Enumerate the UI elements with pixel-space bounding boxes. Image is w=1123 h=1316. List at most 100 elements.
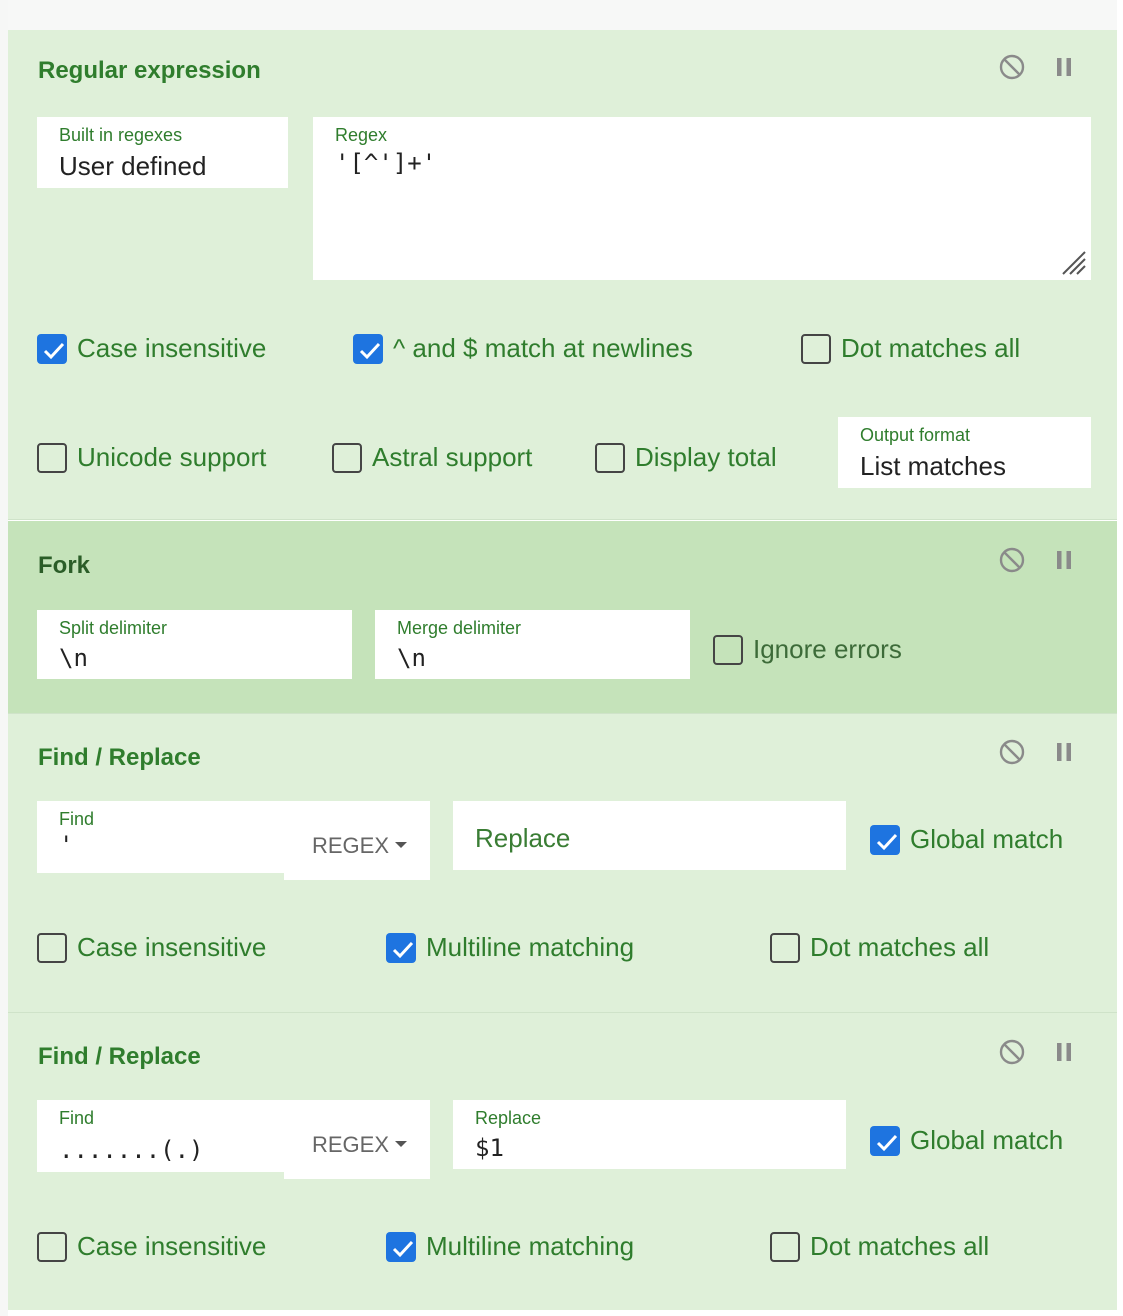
checkbox-checked-icon — [870, 1125, 900, 1156]
operation-controls — [999, 54, 1077, 80]
checkbox-dot-matches-all[interactable]: Dot matches all — [801, 333, 1020, 364]
pause-icon[interactable] — [1051, 739, 1077, 765]
regex-textarea[interactable]: Regex '[^']+' — [313, 117, 1091, 280]
field-value: ' — [59, 831, 74, 859]
field-value: \n — [397, 644, 426, 672]
builtin-regexes-select[interactable]: Built in regexes User defined — [37, 117, 288, 188]
field-label: Find — [59, 809, 95, 829]
find-input[interactable]: Find ' — [37, 801, 287, 873]
checkbox-global-match[interactable]: Global match — [870, 824, 1063, 855]
checkbox-unchecked-icon — [770, 932, 800, 963]
checkbox-ignore-errors[interactable]: Ignore errors — [713, 634, 902, 665]
find-type-dropdown[interactable]: REGEX — [284, 1100, 430, 1179]
operation-find-replace-2: Find / Replace Find .......(.) REGEX Rep… — [8, 1013, 1117, 1310]
recipe-top-strip — [8, 0, 1117, 31]
field-value: \n — [59, 644, 88, 672]
operation-regular-expression: Regular expression Built in regexes User… — [8, 30, 1117, 520]
checkbox-label: Multiline matching — [426, 1231, 635, 1261]
checkbox-display-total[interactable]: Display total — [595, 442, 777, 473]
field-value: '[^']+' — [335, 149, 437, 177]
replace-input[interactable]: Replace — [453, 801, 846, 870]
checkbox-unchecked-icon — [770, 1231, 800, 1262]
disable-icon[interactable] — [999, 547, 1025, 573]
checkbox-unchecked-icon — [801, 333, 831, 364]
checkbox-label: ^ and $ match at newlines — [393, 333, 693, 363]
checkbox-label: Unicode support — [77, 442, 267, 472]
checkbox-checked-icon — [870, 824, 900, 855]
split-delimiter-input[interactable]: Split delimiter \n — [37, 610, 352, 679]
merge-delimiter-input[interactable]: Merge delimiter \n — [375, 610, 690, 679]
disable-icon[interactable] — [999, 1039, 1025, 1065]
checkbox-case-insensitive[interactable]: Case insensitive — [37, 333, 266, 364]
operation-fork: Fork Split delimiter \n Merge delimiter … — [8, 521, 1117, 714]
checkbox-label: Multiline matching — [426, 932, 635, 962]
checkbox-unchecked-icon — [37, 932, 67, 963]
operation-controls — [999, 739, 1077, 765]
field-value: $1 — [475, 1134, 504, 1162]
field-label: Merge delimiter — [397, 618, 522, 638]
operation-divider — [8, 519, 1117, 520]
caret-down-icon — [395, 1141, 408, 1148]
operation-title: Find / Replace — [38, 744, 201, 771]
operation-controls — [999, 547, 1077, 573]
replace-placeholder: Replace — [475, 823, 571, 853]
operation-find-replace-1: Find / Replace Find ' REGEX Replace Glob… — [8, 714, 1117, 1013]
checkbox-checked-icon — [37, 333, 67, 364]
checkbox-label: Case insensitive — [77, 1231, 267, 1261]
field-label: Built in regexes — [59, 125, 183, 145]
checkbox-checked-icon — [353, 333, 383, 364]
checkbox-dot-matches-all[interactable]: Dot matches all — [770, 932, 989, 963]
field-value: User defined — [59, 151, 207, 181]
pause-icon[interactable] — [1051, 54, 1077, 80]
checkbox-unchecked-icon — [37, 442, 67, 473]
find-type-dropdown[interactable]: REGEX — [284, 801, 430, 880]
checkbox-label: Dot matches all — [810, 1231, 990, 1261]
checkbox-label: Case insensitive — [77, 932, 267, 962]
checkbox-unchecked-icon — [37, 1231, 67, 1262]
field-label: Split delimiter — [59, 618, 168, 638]
checkbox-multiline-anchors[interactable]: ^ and $ match at newlines — [353, 333, 693, 364]
checkbox-multiline-matching[interactable]: Multiline matching — [386, 932, 634, 963]
replace-input[interactable]: Replace $1 — [453, 1100, 846, 1169]
checkbox-label: Global match — [910, 824, 1064, 854]
field-label: Find — [59, 1108, 95, 1128]
checkbox-unchecked-icon — [332, 442, 362, 473]
checkbox-label: Ignore errors — [753, 634, 902, 664]
checkbox-case-insensitive[interactable]: Case insensitive — [37, 1231, 266, 1262]
checkbox-global-match[interactable]: Global match — [870, 1125, 1063, 1156]
operation-title: Regular expression — [38, 57, 261, 84]
checkbox-multiline-matching[interactable]: Multiline matching — [386, 1231, 634, 1262]
field-label: Output format — [860, 425, 971, 445]
checkbox-dot-matches-all[interactable]: Dot matches all — [770, 1231, 989, 1262]
pause-icon[interactable] — [1051, 547, 1077, 573]
checkbox-checked-icon — [386, 1231, 416, 1262]
disable-icon[interactable] — [999, 54, 1025, 80]
checkbox-label: Global match — [910, 1125, 1064, 1155]
checkbox-case-insensitive[interactable]: Case insensitive — [37, 932, 266, 963]
checkbox-unicode-support[interactable]: Unicode support — [37, 442, 266, 473]
pause-icon[interactable] — [1051, 1039, 1077, 1065]
output-format-select[interactable]: Output format List matches — [838, 417, 1091, 488]
checkbox-label: Dot matches all — [841, 333, 1021, 363]
field-value: .......(.) — [59, 1136, 204, 1164]
operation-controls — [999, 1039, 1077, 1065]
dropdown-value: REGEX — [312, 833, 390, 858]
checkbox-label: Display total — [635, 442, 777, 472]
checkbox-checked-icon — [386, 932, 416, 963]
find-input[interactable]: Find .......(.) — [37, 1100, 287, 1172]
checkbox-astral-support[interactable]: Astral support — [332, 442, 532, 473]
left-edge — [0, 0, 8, 1316]
checkbox-unchecked-icon — [595, 442, 625, 473]
dropdown-value: REGEX — [312, 1132, 390, 1157]
caret-down-icon — [395, 842, 408, 849]
field-value: List matches — [860, 451, 1006, 481]
disable-icon[interactable] — [999, 739, 1025, 765]
checkbox-label: Astral support — [372, 442, 533, 472]
field-label: Replace — [475, 1108, 542, 1128]
checkbox-unchecked-icon — [713, 634, 743, 665]
resize-handle-icon[interactable] — [1057, 246, 1087, 276]
checkbox-label: Case insensitive — [77, 333, 267, 363]
operation-title: Find / Replace — [38, 1043, 201, 1070]
field-label: Regex — [335, 125, 388, 145]
checkbox-label: Dot matches all — [810, 932, 990, 962]
